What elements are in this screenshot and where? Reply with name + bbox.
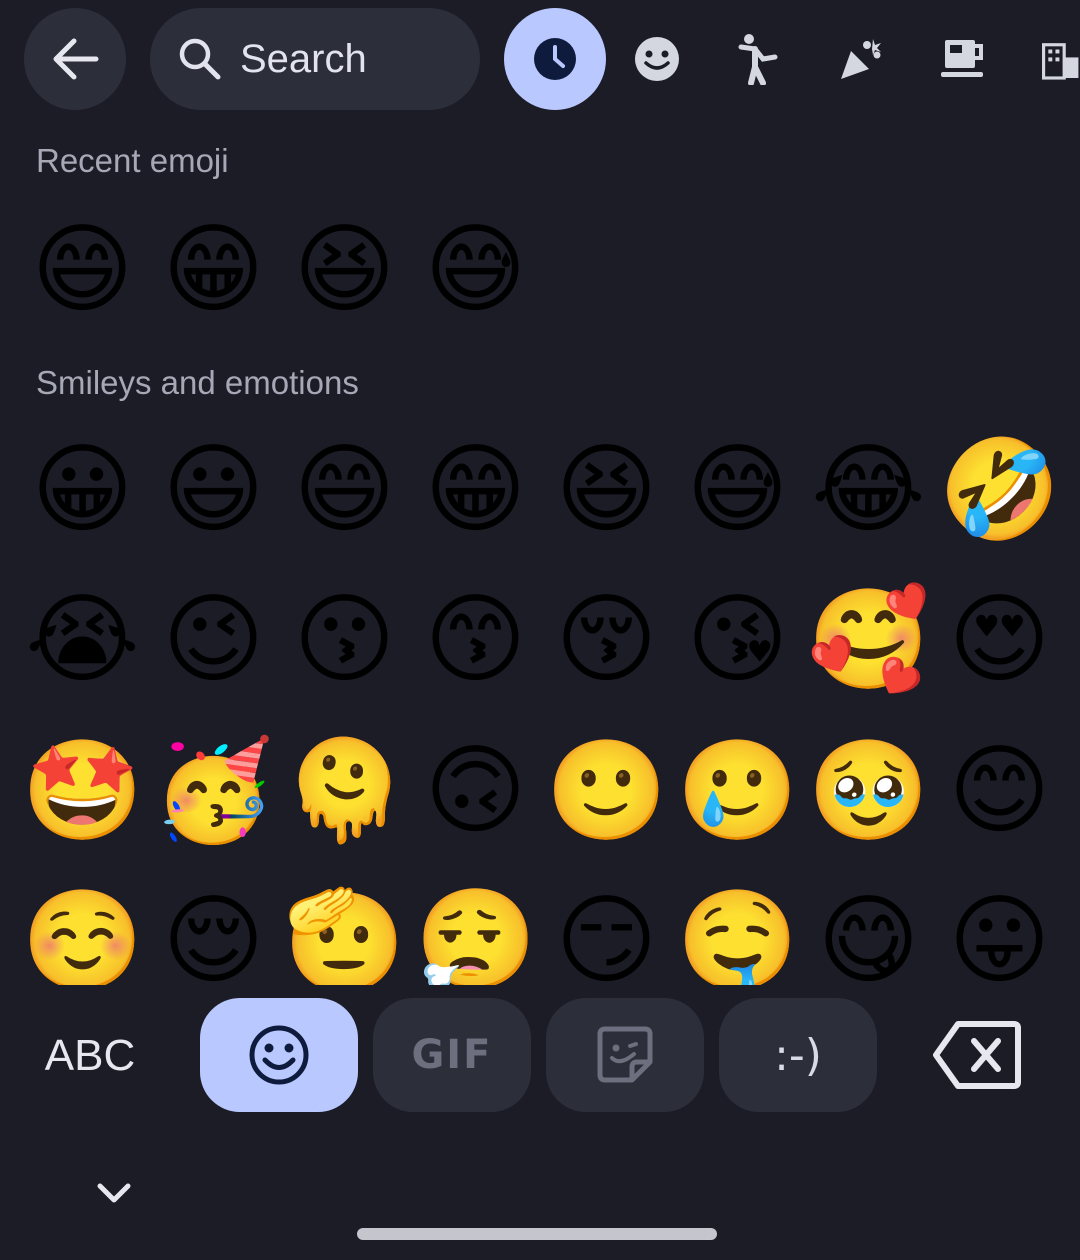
emoji-key[interactable]: 🤣 [934, 425, 1065, 556]
emoji-key[interactable]: 🥳 [148, 726, 279, 857]
collapse-keyboard-icon[interactable] [92, 1176, 136, 1212]
sticker-mode-button[interactable] [546, 998, 704, 1112]
backspace-icon[interactable] [930, 1018, 1022, 1092]
emoji-key[interactable]: 😆 [541, 425, 672, 556]
emoji-key[interactable]: 😁 [148, 205, 279, 336]
emoji-key[interactable]: 😄 [17, 205, 148, 336]
emoji-key[interactable]: 😏 [541, 876, 672, 985]
emoji-key[interactable]: 🫠 [279, 726, 410, 857]
section-title-smileys: Smileys and emotions [36, 364, 359, 401]
emoji-key[interactable]: 🤤 [672, 876, 803, 985]
sticker-icon [597, 1026, 653, 1083]
emoji-key[interactable]: 🥹 [803, 726, 934, 857]
emoji-key[interactable]: 😭 [17, 575, 148, 706]
gesture-navigation-bar[interactable] [357, 1228, 717, 1240]
emoji-key[interactable]: 😋 [803, 876, 934, 985]
emoji-key[interactable]: 😃 [148, 425, 279, 556]
emoji-key[interactable]: ☺️ [17, 876, 148, 985]
emoji-key[interactable]: 😉 [148, 575, 279, 706]
emoji-key[interactable]: 🥰 [803, 575, 934, 706]
smiley-icon [249, 1025, 309, 1085]
emoji-key[interactable]: 😅 [410, 205, 541, 336]
emoji-mode-button[interactable] [200, 998, 358, 1112]
section-title-recent: Recent emoji [36, 142, 229, 179]
keyboard-mode-bar: ABC GIF :-) [0, 998, 1080, 1114]
emoji-key[interactable]: 🙂 [541, 726, 672, 857]
emoji-key[interactable]: 😙 [410, 575, 541, 706]
emoji-key[interactable]: 😂 [803, 425, 934, 556]
emoji-key[interactable]: 😅 [672, 425, 803, 556]
emoji-key[interactable]: 😘 [672, 575, 803, 706]
emoji-key[interactable]: 😆 [279, 205, 410, 336]
emoticon-mode-button[interactable]: :-) [719, 998, 877, 1112]
emoji-key[interactable]: 🙃 [410, 726, 541, 857]
emoji-key[interactable]: 🥲 [672, 726, 803, 857]
emoji-key[interactable]: 😀 [17, 425, 148, 556]
gif-mode-button[interactable]: GIF [373, 998, 531, 1112]
abc-keyboard-button[interactable]: ABC [20, 998, 160, 1114]
emoji-key[interactable]: 😍 [934, 575, 1065, 706]
emoji-key[interactable]: 🤩 [17, 726, 148, 857]
emoji-key[interactable]: 😌 [148, 876, 279, 985]
emoji-key[interactable]: 😄 [279, 425, 410, 556]
gif-label: GIF [411, 1032, 493, 1078]
emoji-key[interactable]: 😗 [279, 575, 410, 706]
emoji-key[interactable]: 🫡 [279, 876, 410, 985]
emoji-key[interactable]: 😮‍💨 [410, 876, 541, 985]
emoji-grid-area: Recent emoji 😄 😁 😆 😅 Smileys and emotion… [0, 0, 1080, 985]
emoji-key[interactable]: 😁 [410, 425, 541, 556]
emoji-key[interactable]: 😚 [541, 575, 672, 706]
emoticon-label: :-) [774, 1029, 822, 1081]
emoji-key[interactable]: 😛 [934, 876, 1065, 985]
emoji-key[interactable]: 😊 [934, 726, 1065, 857]
